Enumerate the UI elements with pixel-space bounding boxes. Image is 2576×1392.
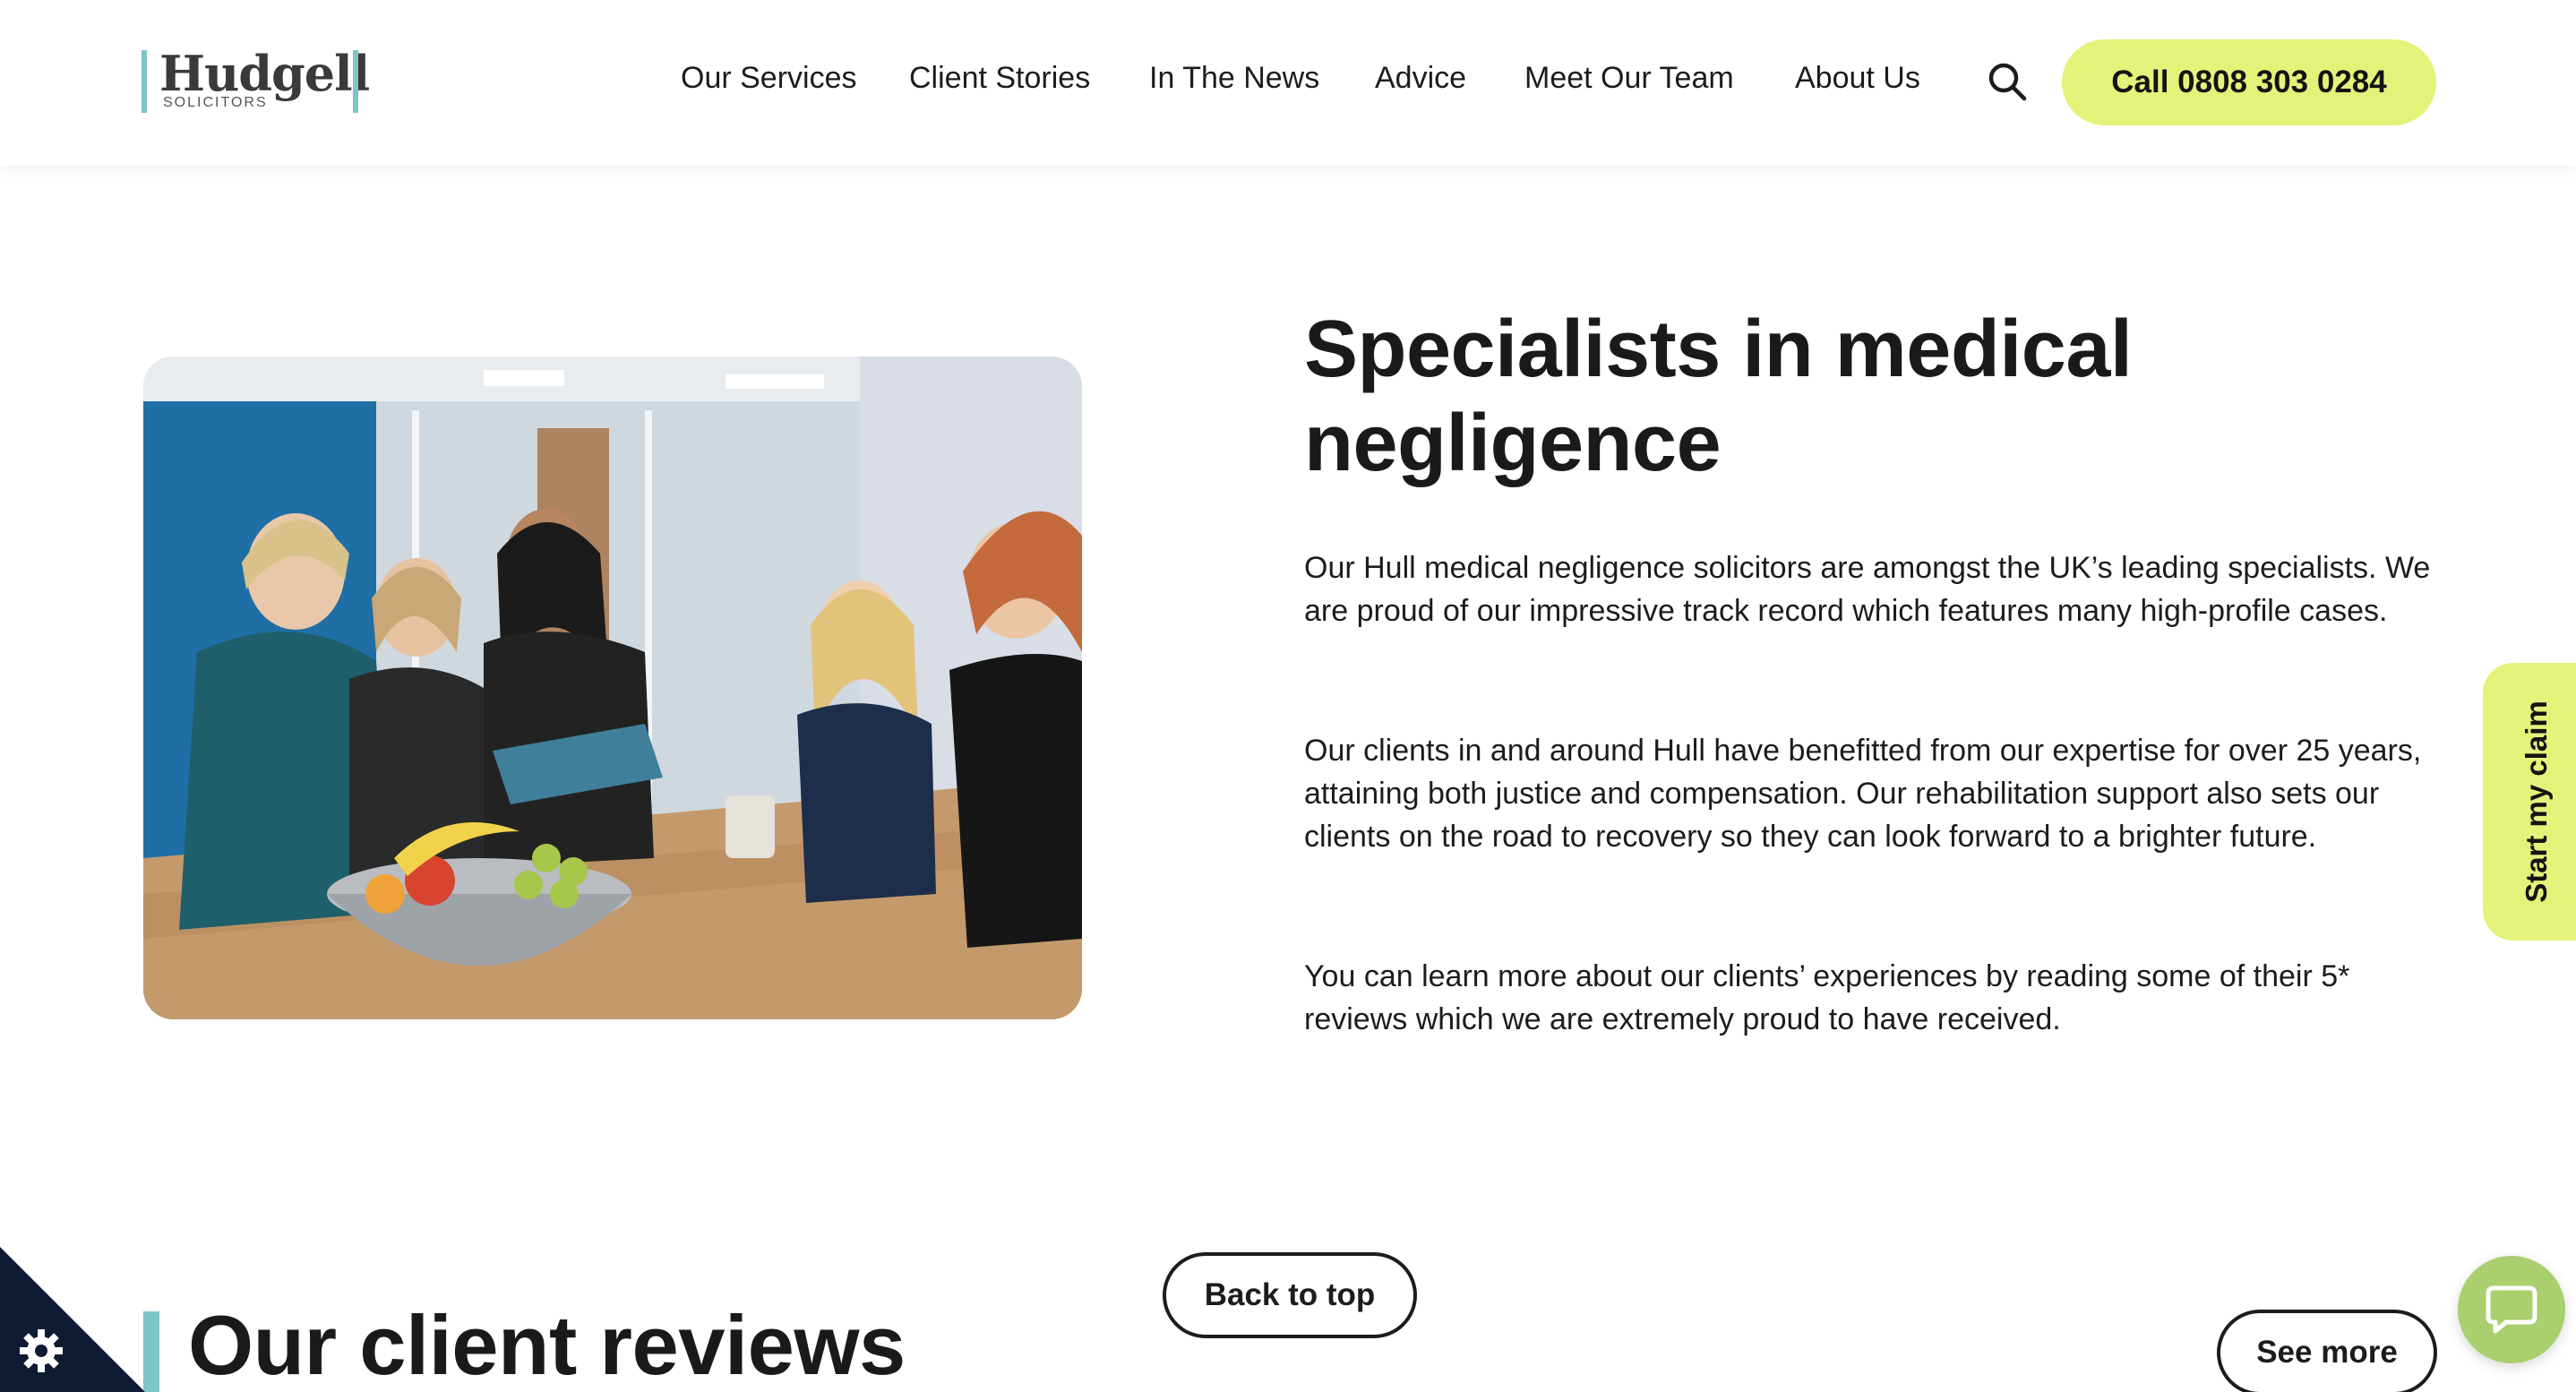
see-more-button[interactable]: See more <box>2217 1310 2437 1392</box>
logo-bar-left <box>142 50 147 113</box>
gear-icon <box>20 1329 63 1372</box>
nav-item-about-us[interactable]: About Us <box>1795 61 1920 96</box>
intro-paragraph-3: You can learn more about our clients’ ex… <box>1304 959 2350 1036</box>
nav-item-meet-our-team[interactable]: Meet Our Team <box>1524 61 1734 96</box>
chat-bubble-icon <box>2486 1285 2537 1334</box>
section-title-line-2: negligence <box>1304 399 1722 488</box>
intro-paragraph-1: Our Hull medical negligence solicitors a… <box>1304 551 2431 628</box>
start-claim-label: Start my claim <box>2520 700 2553 903</box>
chat-button[interactable] <box>2458 1256 2565 1363</box>
logo-bar-right <box>353 50 358 113</box>
cookie-settings-button[interactable] <box>0 1247 145 1392</box>
search-button[interactable] <box>1987 61 2028 102</box>
reviews-title: Our client reviews <box>188 1298 906 1392</box>
nav-item-in-the-news[interactable]: In The News <box>1149 61 1319 96</box>
call-button[interactable]: Call 0808 303 0284 <box>2062 39 2436 125</box>
logo-tagline: SOLICITORS <box>163 95 268 110</box>
nav-item-our-services[interactable]: Our Services <box>681 61 857 96</box>
back-to-top-button[interactable]: Back to top <box>1163 1252 1417 1338</box>
intro-paragraph-2: Our clients in and around Hull have bene… <box>1304 734 2422 854</box>
search-icon <box>1988 63 2027 101</box>
start-claim-tab[interactable]: Start my claim <box>2483 663 2576 941</box>
nav-item-advice[interactable]: Advice <box>1375 61 1466 96</box>
section-title-line-1: Specialists in medical <box>1304 305 2133 394</box>
logo-wordmark: Hudgell <box>159 45 370 102</box>
reviews-title-accent <box>143 1311 159 1392</box>
nav-item-client-stories[interactable]: Client Stories <box>909 61 1090 96</box>
site-header: Hudgell SOLICITORS Our Services Client S… <box>0 0 2576 166</box>
office-meeting-photo <box>143 357 1082 1019</box>
site-logo[interactable]: Hudgell SOLICITORS <box>142 45 370 113</box>
section-title: Specialists in medical negligence <box>1304 303 2469 491</box>
